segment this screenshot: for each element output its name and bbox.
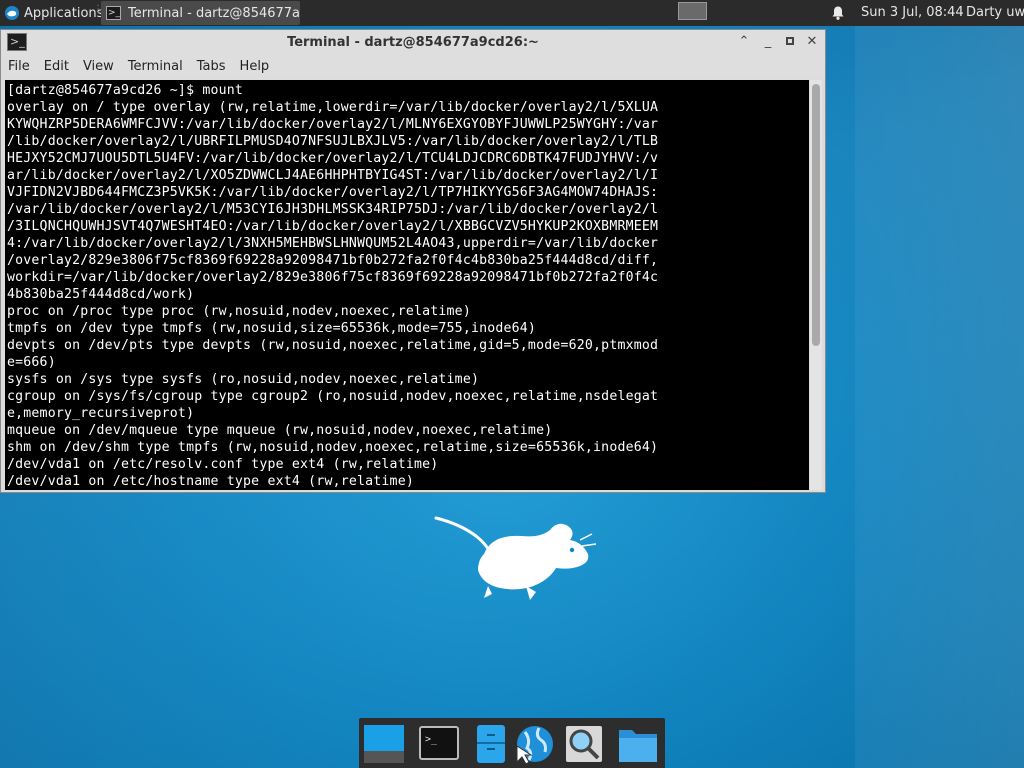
terminal-line: VJFIDN2VJBD644FMCZ3P5VK5K:/var/lib/docke… [7,185,659,200]
terminal-line: /dev/vda1 on /etc/hostname type ext4 (rw… [7,474,414,489]
terminal-line: sysfs on /sys type sysfs (ro,nosuid,node… [7,372,480,387]
terminal-line: devpts on /dev/pts type devpts (rw,nosui… [7,338,659,353]
menu-tabs[interactable]: Tabs [190,55,233,79]
terminal-scrollbar-thumb[interactable] [812,84,820,346]
terminal-line: 4:/var/lib/docker/overlay2/l/3NXH5MEHBWS… [7,236,659,251]
menu-bar: File Edit View Terminal Tabs Help [1,55,825,79]
terminal-line: workdir=/var/lib/docker/overlay2/829e380… [7,270,659,285]
terminal-line: /lib/docker/overlay2/l/UBRFILPMUSD4O7NFS… [7,134,659,149]
terminal-line: shm on /dev/shm type tmpfs (rw,nosuid,no… [7,440,659,455]
close-button[interactable]: ✕ [804,34,820,50]
terminal-line: ar/lib/docker/overlay2/l/XO5ZDWWCLJ4AE6H… [7,168,659,183]
terminal-line: e=666) [7,355,56,370]
menu-help[interactable]: Help [233,55,277,79]
app-finder-icon[interactable] [562,722,606,766]
terminal-line: cgroup on /sys/fs/cgroup type cgroup2 (r… [7,389,659,404]
panel-separator: ⋮ [93,4,103,15]
terminal-line: 4b830ba25f444d8cd/work) [7,287,195,302]
terminal-line: proc on /proc type proc (rw,nosuid,nodev… [7,304,471,319]
maximize-button[interactable] [782,34,798,50]
menu-file[interactable]: File [1,55,37,79]
taskbar-terminal-button[interactable]: >_ Terminal - dartz@854677a9... [101,1,300,25]
user-menu[interactable]: Darty uwu [966,5,1024,20]
terminal-line: [dartz@854677a9cd26 ~]$ mount [7,83,244,98]
window-titlebar[interactable]: >_ Terminal - dartz@854677a9cd26:~ ⌃ _ ✕ [1,30,825,55]
window-title: Terminal - dartz@854677a9cd26:~ [287,35,539,50]
terminal-line: mqueue on /dev/mqueue type mqueue (rw,no… [7,423,553,438]
web-browser-icon[interactable] [511,722,555,766]
applications-label: Applications [24,5,104,21]
terminal-line: tmpfs on /dev type tmpfs (rw,nosuid,size… [7,321,537,336]
terminal-icon[interactable]: >_ [417,722,461,766]
menu-edit[interactable]: Edit [37,55,76,79]
menu-terminal[interactable]: Terminal [121,55,190,79]
svg-text:>_: >_ [425,734,438,745]
terminal-line: e,memory_recursiveprot) [7,406,195,421]
folder-icon[interactable] [616,722,660,766]
bottom-dock: >_ [359,718,665,768]
file-manager-icon[interactable] [469,722,513,766]
notification-bell-icon[interactable] [830,5,846,21]
terminal-line: /overlay2/829e3806f75cf8369f69228a920984… [7,253,659,268]
terminal-text[interactable]: [dartz@854677a9cd26 ~]$ mount overlay on… [5,80,809,490]
terminal-line: /dev/vda1 on /etc/resolv.conf type ext4 … [7,457,439,472]
xfce-mouse-icon [5,6,19,20]
show-desktop-icon[interactable] [362,722,406,766]
terminal-line: /var/lib/docker/overlay2/l/M53CYI6JH3DHL… [7,202,659,217]
top-panel: Applications ⋮ >_ Terminal - dartz@85467… [0,0,1024,26]
terminal-icon: >_ [106,6,122,20]
clock[interactable]: Sun 3 Jul, 08:44 [861,5,964,20]
terminal-window: >_ Terminal - dartz@854677a9cd26:~ ⌃ _ ✕… [0,29,826,493]
terminal-output[interactable]: [dartz@854677a9cd26 ~]$ mount overlay on… [5,80,809,490]
minimize-button[interactable]: _ [760,34,776,50]
applications-menu-button[interactable]: Applications [0,0,103,26]
workspace-switcher-icon[interactable] [678,2,707,20]
taskbar-terminal-label: Terminal - dartz@854677a9... [128,5,300,21]
terminal-line: overlay on / type overlay (rw,relatime,l… [7,100,659,115]
shade-button[interactable]: ⌃ [736,34,752,50]
xfce-mouse-logo [434,516,597,600]
terminal-line: KYWQHZRP5DERA6WMFCJVV:/var/lib/docker/ov… [7,117,659,132]
terminal-line: HEJXY52CMJ7UOU5DTL5U4FV:/var/lib/docker/… [7,151,659,166]
menu-view[interactable]: View [76,55,121,79]
terminal-line: /3ILQNCHQUWHJSVT4Q7WESHT4EO:/var/lib/doc… [7,219,659,234]
desktop-background-accent [855,24,1024,768]
